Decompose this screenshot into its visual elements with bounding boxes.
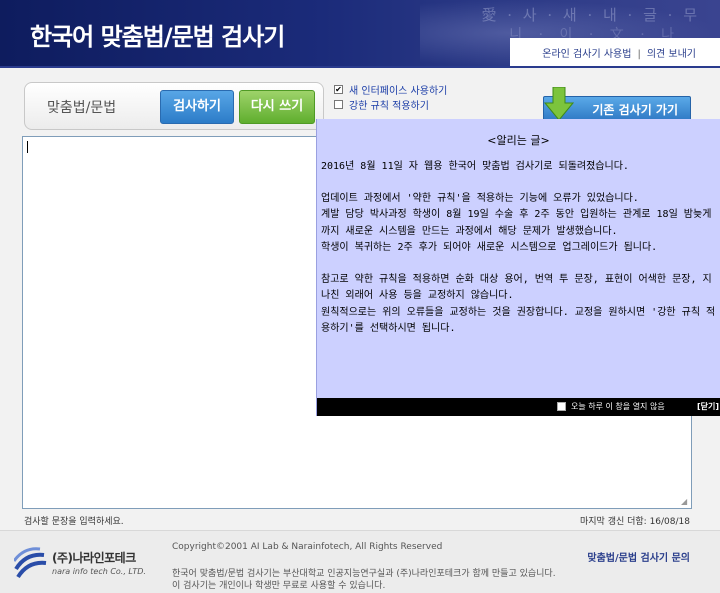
- new-interface-checkbox[interactable]: ✔: [334, 85, 343, 94]
- option-label: 강한 규칙 적용하기: [349, 101, 429, 112]
- footer: (주)나라인포테크 nara info tech Co., LTD. Copyr…: [0, 530, 720, 593]
- notice-gap: [321, 176, 717, 191]
- about-text: 한국어 맞춤법/문법 검사기는 부산대학교 인공지능연구실과 (주)나라인포테크…: [172, 568, 672, 592]
- notice-close-button[interactable]: [닫기]: [697, 401, 719, 412]
- notice-paragraph: 계발 담당 박사과정 학생이 8월 19일 수술 후 2주 동안 입원하는 관계…: [321, 209, 712, 237]
- page-title: 한국어 맞춤법/문법 검사기: [30, 23, 285, 51]
- inquiry-link[interactable]: 맞춤법/문법 검사기 문의: [587, 549, 690, 564]
- resize-grip-icon[interactable]: ◢: [681, 498, 689, 506]
- notice-body: 2016년 8월 11일 자 웹용 한국어 맞춤법 검사기로 되돌려졌습니다. …: [321, 159, 717, 338]
- feedback-link[interactable]: 의견 보내기: [647, 49, 696, 60]
- option-strong-rules[interactable]: 강한 규칙 적용하기: [334, 97, 447, 112]
- company-name-english: nara info tech Co., LTD.: [52, 567, 146, 576]
- about-line-1: 한국어 맞춤법/문법 검사기는 부산대학교 인공지능연구실과 (주)나라인포테크…: [172, 569, 556, 579]
- down-arrow-icon: [544, 87, 574, 121]
- company-logo-mark: [14, 547, 47, 579]
- notice-paragraph: 원칙적으로는 위의 오류들을 교정하는 것을 권장합니다. 교정을 원하시면 '…: [321, 306, 716, 335]
- usage-link[interactable]: 온라인 검사기 사용법: [542, 49, 631, 60]
- check-button[interactable]: 검사하기: [160, 90, 234, 124]
- company-logo: (주)나라인포테크 nara info tech Co., LTD.: [14, 545, 164, 585]
- last-updated: 마지막 갱신 더함: 16/08/18: [580, 517, 690, 527]
- notice-title: <알리는 글>: [487, 134, 550, 147]
- option-label: 새 인터페이스 사용하기: [349, 86, 448, 97]
- toolbox-label: 맞춤법/문법: [47, 100, 117, 116]
- reset-button[interactable]: 다시 쓰기: [239, 90, 315, 124]
- text-caret: [27, 141, 28, 153]
- toolbox: 맞춤법/문법 검사하기 다시 쓰기: [24, 82, 324, 130]
- notice-popup: <알리는 글> 2016년 8월 11일 자 웹용 한국어 맞춤법 검사기로 되…: [316, 119, 720, 416]
- header-links: 온라인 검사기 사용법 | 의견 보내기: [542, 45, 696, 60]
- notice-paragraph: 업데이트 과정에서 '약한 규칙'을 적용하는 기능에 오류가 있었습니다.: [321, 192, 639, 204]
- notice-paragraph: 2016년 8월 11일 자 웹용 한국어 맞춤법 검사기로 되돌려졌습니다.: [321, 161, 629, 172]
- strong-rules-checkbox[interactable]: [334, 100, 343, 109]
- copyright: Copyright©2001 AI Lab & Narainfotech, Al…: [172, 542, 443, 552]
- company-name: (주)나라인포테크: [52, 551, 136, 565]
- old-checker-label: 기존 검사기 가기: [592, 103, 678, 117]
- notice-footer-bar: 오늘 하루 이 창을 열지 않음 [닫기]: [317, 398, 720, 416]
- input-hint: 검사할 문장을 입력하세요.: [24, 517, 124, 527]
- link-separator: |: [637, 49, 641, 60]
- dont-show-label: 오늘 하루 이 창을 열지 않음: [571, 402, 665, 411]
- header-divider: [0, 66, 720, 68]
- option-new-interface[interactable]: ✔ 새 인터페이스 사용하기: [334, 82, 447, 97]
- options: ✔ 새 인터페이스 사용하기 강한 규칙 적용하기: [334, 82, 447, 112]
- header-decoration-text: 愛 · 사 · 새 · 내 · 글 · 무: [481, 6, 700, 24]
- notice-paragraph: 참고로 약한 규칙을 적용하면 순화 대상 용어, 번역 투 문장, 표현이 어…: [321, 273, 712, 302]
- notice-paragraph: 학생이 복귀하는 2주 후가 되어야 새로운 시스템으로 업그레이드가 됩니다.: [321, 242, 658, 253]
- notice-gap: [321, 257, 717, 272]
- about-line-2: 이 검사기는 개인이나 학생만 무료로 사용할 수 있습니다.: [172, 581, 386, 591]
- dont-show-checkbox[interactable]: [557, 402, 566, 411]
